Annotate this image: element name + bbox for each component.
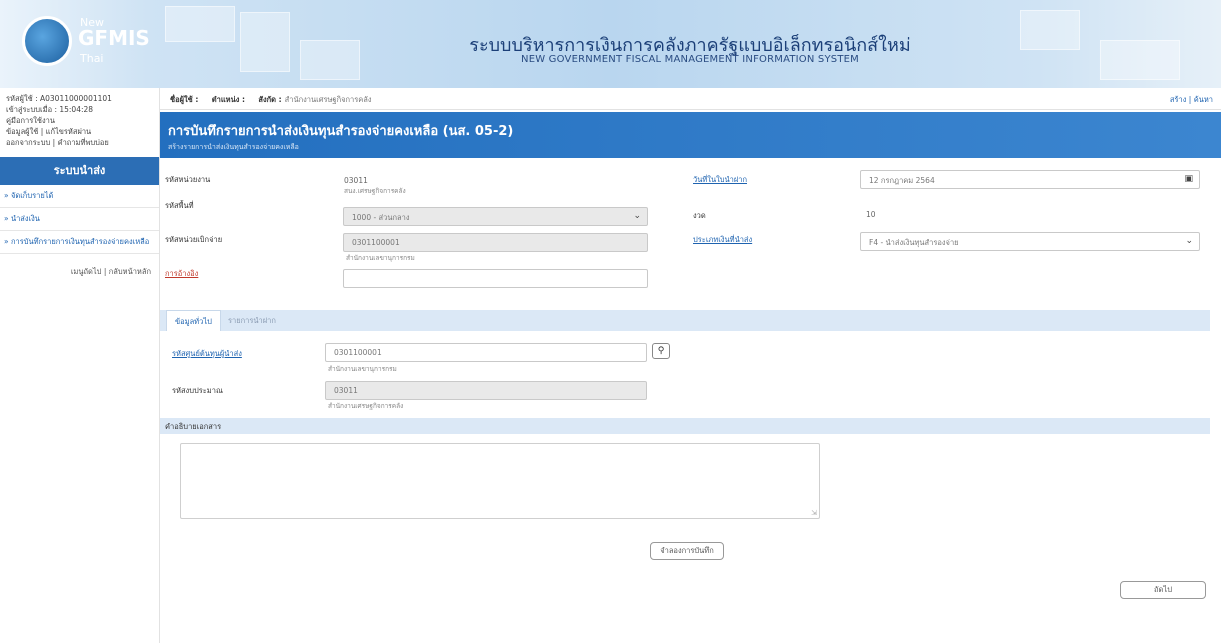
tab-items[interactable]: รายการนำฝาก (220, 310, 284, 331)
page-subtitle: สร้างรายการนำส่งเงินทุนสำรองจ่ายคงเหลือ (168, 143, 299, 151)
disb-value: 0301100001 (352, 238, 400, 247)
header-decoration (165, 6, 235, 42)
period-label: งวด (693, 211, 706, 220)
create-link[interactable]: สร้าง (1170, 95, 1186, 104)
calendar-icon[interactable]: ▣ (1184, 174, 1193, 184)
page-banner: การบันทึกรายการนำส่งเงินทุนสำรองจ่ายคงเห… (160, 112, 1221, 158)
user-info: รหัสผู้ใช้ : A03011000001101 เข้าสู่ระบบ… (0, 88, 159, 153)
main-content: ชื่อผู้ใช้ : ตำแหน่ง : สังกัด : สำนักงานเ… (160, 88, 1221, 643)
desc-textarea[interactable]: ⇲ (180, 443, 820, 519)
area-select[interactable]: 1000 - ส่วนกลาง ⌄ (343, 207, 648, 226)
gfmis-logo[interactable]: New GFMIS Thai (16, 12, 156, 72)
budget-value: 03011 (334, 386, 358, 395)
tab-general[interactable]: ข้อมูลทั่วไป (166, 310, 221, 331)
user-info-link[interactable]: ข้อมูลผู้ใช้ (6, 127, 38, 136)
sidebar-item-revenue[interactable]: » จัดเก็บรายได้ (0, 185, 159, 208)
user-code: รหัสผู้ใช้ : A03011000001101 (6, 94, 112, 103)
search-icon[interactable]: ⚲ (652, 343, 670, 359)
type-select[interactable]: F4 - นำส่งเงินทุนสำรองจ่าย ⌄ (860, 232, 1200, 251)
org-value: สำนักงานเศรษฐกิจการคลัง (284, 95, 372, 104)
area-value: 1000 - ส่วนกลาง (352, 213, 410, 222)
ref-label: การอ้างอิง (165, 269, 199, 278)
fund-center-input[interactable]: 0301100001 (325, 343, 647, 362)
sidebar-item-reserve[interactable]: » การบันทึกรายการเงินทุนสำรองจ่ายคงเหลือ (0, 231, 159, 254)
header-decoration (1020, 10, 1080, 50)
emblem-icon (22, 16, 72, 66)
tab-bar: ข้อมูลทั่วไป รายการนำฝาก (160, 310, 1210, 331)
doc-date-label: วันที่ในใบนำฝาก (693, 175, 747, 184)
period-value: 10 (866, 210, 876, 219)
resize-handle-icon[interactable]: ⇲ (811, 509, 817, 517)
sidebar-item-remit[interactable]: » นำส่งเงิน (0, 208, 159, 231)
budget-name: สำนักงานเศรษฐกิจการคลัง (328, 402, 404, 410)
agency-label: รหัสหน่วยงาน (165, 175, 211, 184)
position-label: ตำแหน่ง : (211, 95, 246, 104)
disb-name: สำนักงานเลขานุการกรม (346, 254, 415, 262)
chevron-down-icon: ⌄ (633, 211, 641, 221)
desc-section: คำอธิบายเอกสาร (160, 418, 1210, 434)
disb-field[interactable]: 0301100001 (343, 233, 648, 252)
change-password-link[interactable]: แก้ไขรหัสผ่าน (46, 127, 92, 136)
header-decoration (240, 12, 290, 72)
header-decoration (300, 40, 360, 80)
system-title-en: NEW GOVERNMENT FISCAL MANAGEMENT INFORMA… (521, 54, 859, 65)
breadcrumb: ชื่อผู้ใช้ : ตำแหน่ง : สังกัด : สำนักงานเ… (160, 88, 1221, 110)
chevron-down-icon: ⌄ (1185, 236, 1193, 246)
agency-value: 03011 สนง.เศรษฐกิจการคลัง (344, 176, 406, 196)
ref-input[interactable] (343, 269, 648, 288)
next-menu-link[interactable]: เมนูถัดไป (71, 267, 102, 276)
sidebar: รหัสผู้ใช้ : A03011000001101 เข้าสู่ระบบ… (0, 88, 160, 643)
user-label: ชื่อผู้ใช้ : (170, 95, 199, 104)
fund-center-name: สำนักงานเลขานุการกรม (328, 365, 397, 373)
area-label: รหัสพื้นที่ (165, 201, 194, 210)
login-time: เข้าสู่ระบบเมื่อ : 15:04:28 (6, 105, 94, 114)
type-value: F4 - นำส่งเงินทุนสำรองจ่าย (869, 238, 959, 247)
type-label: ประเภทเงินที่นำส่ง (693, 235, 753, 244)
sidebar-footer: เมนูถัดไป | กลับหน้าหลัก (70, 267, 151, 276)
org-label: สังกัด : (258, 95, 282, 104)
header-decoration (1100, 40, 1180, 80)
doc-date-value: 12 กรกฎาคม 2564 (869, 176, 935, 185)
home-link[interactable]: กลับหน้าหลัก (109, 267, 151, 276)
next-button[interactable]: ถัดไป (1120, 581, 1206, 599)
logo-gfmis: GFMIS (78, 26, 150, 50)
manual-link[interactable]: คู่มือการใช้งาน (6, 116, 55, 125)
simulate-save-button[interactable]: จำลองการบันทึก (650, 542, 724, 560)
faq-link[interactable]: คำถามที่พบบ่อย (58, 138, 109, 147)
sidebar-menu-title: ระบบนำส่ง (0, 157, 159, 185)
search-link[interactable]: ค้นหา (1194, 95, 1213, 104)
disb-label: รหัสหน่วยเบิกจ่าย (165, 235, 223, 244)
logout-link[interactable]: ออกจากระบบ (6, 138, 50, 147)
fund-center-label: รหัสศูนย์ต้นทุนผู้นำส่ง (172, 349, 242, 358)
desc-label: คำอธิบายเอกสาร (165, 422, 222, 431)
doc-date-input[interactable]: 12 กรกฎาคม 2564 ▣ (860, 170, 1200, 189)
page-title: การบันทึกรายการนำส่งเงินทุนสำรองจ่ายคงเห… (168, 124, 514, 139)
agency-code: 03011 (344, 176, 368, 185)
budget-field[interactable]: 03011 (325, 381, 647, 400)
header: New GFMIS Thai ระบบบริหารการเงินการคลังภ… (0, 0, 1221, 88)
fund-center-value: 0301100001 (334, 348, 382, 357)
agency-name: สนง.เศรษฐกิจการคลัง (344, 187, 406, 195)
budget-label: รหัสงบประมาณ (172, 386, 223, 395)
logo-thai: Thai (80, 52, 104, 65)
